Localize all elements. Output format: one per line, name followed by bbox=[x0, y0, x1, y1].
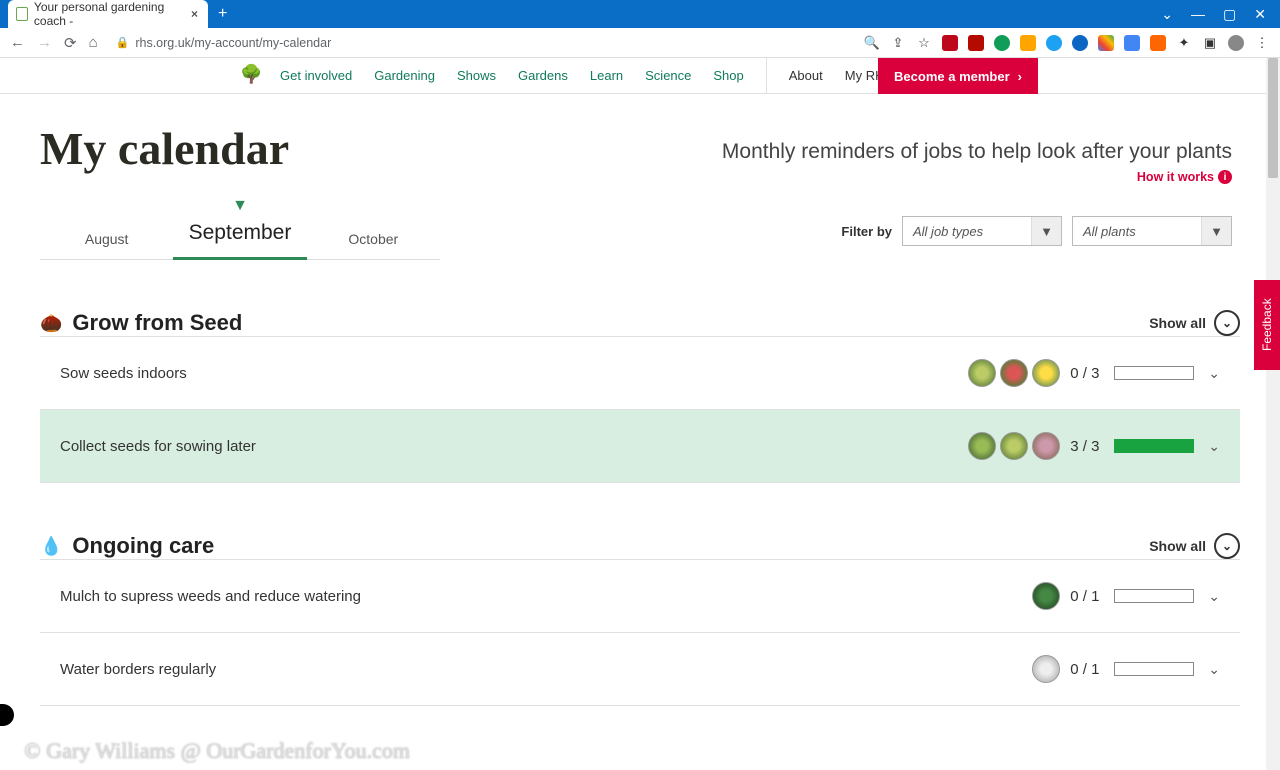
filter-job-types-select[interactable]: All job types ▼ bbox=[902, 216, 1062, 246]
section-title-grow-from-seed: 🌰 Grow from Seed bbox=[40, 310, 242, 336]
plant-thumb-icon bbox=[1000, 359, 1028, 387]
zoom-icon[interactable]: 🔍 bbox=[864, 35, 880, 51]
url-text: rhs.org.uk/my-account/my-calendar bbox=[135, 36, 331, 50]
window-minimize-icon[interactable]: — bbox=[1191, 6, 1205, 23]
expand-chevron-icon[interactable]: ⌄ bbox=[1208, 661, 1220, 678]
acorn-icon: 🌰 bbox=[40, 313, 62, 334]
extensions-puzzle-icon[interactable]: ✦ bbox=[1176, 35, 1192, 51]
month-tab-current[interactable]: September bbox=[173, 211, 306, 260]
task-title: Mulch to supress weeds and reduce wateri… bbox=[60, 588, 1032, 605]
watering-can-icon: 💧 bbox=[40, 536, 62, 557]
feedback-tab[interactable]: Feedback bbox=[1254, 280, 1280, 370]
window-maximize-icon[interactable]: ▢ bbox=[1223, 6, 1236, 23]
nav-shop[interactable]: Shop bbox=[713, 68, 743, 83]
lock-icon: 🔒 bbox=[116, 36, 130, 49]
nav-science[interactable]: Science bbox=[645, 68, 691, 83]
rhs-logo-icon[interactable]: 🌳 bbox=[240, 64, 262, 85]
ext-icon-7[interactable] bbox=[1098, 35, 1114, 51]
chevron-down-icon: ▼ bbox=[1201, 217, 1231, 245]
plant-thumb-icon bbox=[1032, 432, 1060, 460]
plant-thumb-icon bbox=[1032, 655, 1060, 683]
task-progress-bar bbox=[1114, 589, 1194, 603]
tab-close-icon[interactable]: × bbox=[191, 7, 198, 21]
nav-divider bbox=[766, 58, 767, 94]
task-progress-bar bbox=[1114, 662, 1194, 676]
nav-gardening[interactable]: Gardening bbox=[374, 68, 435, 83]
ext-icon-8[interactable] bbox=[1124, 35, 1140, 51]
plant-thumbnails bbox=[968, 359, 1060, 387]
nav-shows[interactable]: Shows bbox=[457, 68, 496, 83]
bookmark-star-icon[interactable]: ☆ bbox=[916, 35, 932, 51]
ext-icon-5[interactable] bbox=[1046, 35, 1062, 51]
ext-icon-4[interactable] bbox=[1020, 35, 1036, 51]
plant-thumb-icon bbox=[968, 359, 996, 387]
new-tab-button[interactable]: + bbox=[218, 5, 227, 23]
scrollbar-thumb[interactable] bbox=[1268, 58, 1278, 178]
plant-thumbnails bbox=[1032, 582, 1060, 610]
ext-icon-6[interactable] bbox=[1072, 35, 1088, 51]
task-title: Collect seeds for sowing later bbox=[60, 438, 968, 455]
tab-title: Your personal gardening coach - bbox=[34, 0, 177, 28]
side-panel-icon[interactable]: ▣ bbox=[1202, 35, 1218, 51]
scrollbar-track[interactable] bbox=[1266, 58, 1280, 770]
become-member-button[interactable]: Become a member › bbox=[878, 58, 1038, 94]
chrome-menu-icon[interactable]: ⋮ bbox=[1254, 35, 1270, 51]
task-row[interactable]: Collect seeds for sowing later 3 / 3 ⌄ bbox=[40, 409, 1240, 483]
filter-label: Filter by bbox=[841, 224, 892, 239]
filter-plants-select[interactable]: All plants ▼ bbox=[1072, 216, 1232, 246]
task-count: 0 / 1 bbox=[1070, 588, 1114, 605]
show-all-button[interactable]: Show all ⌄ bbox=[1149, 310, 1240, 336]
info-icon: i bbox=[1218, 170, 1232, 184]
chevron-down-circle-icon: ⌄ bbox=[1214, 533, 1240, 559]
show-all-button[interactable]: Show all ⌄ bbox=[1149, 533, 1240, 559]
plant-thumb-icon bbox=[1000, 432, 1028, 460]
chevron-down-icon: ▼ bbox=[1031, 217, 1061, 245]
task-title: Water borders regularly bbox=[60, 661, 1032, 678]
chevron-down-circle-icon: ⌄ bbox=[1214, 310, 1240, 336]
task-row[interactable]: Water borders regularly 0 / 1 ⌄ bbox=[40, 632, 1240, 706]
plant-thumb-icon bbox=[1032, 359, 1060, 387]
ext-icon-9[interactable] bbox=[1150, 35, 1166, 51]
window-close-icon[interactable]: ✕ bbox=[1254, 6, 1266, 23]
task-title: Sow seeds indoors bbox=[60, 365, 968, 382]
chevron-right-icon: › bbox=[1018, 69, 1022, 84]
share-icon[interactable]: ⇪ bbox=[890, 35, 906, 51]
month-tab-next[interactable]: October bbox=[307, 221, 440, 259]
expand-chevron-icon[interactable]: ⌄ bbox=[1208, 438, 1220, 455]
pdf-ext-icon[interactable] bbox=[968, 35, 984, 51]
nav-about[interactable]: About bbox=[789, 68, 823, 83]
forward-button[interactable]: → bbox=[37, 34, 52, 51]
grammarly-ext-icon[interactable] bbox=[994, 35, 1010, 51]
task-count: 3 / 3 bbox=[1070, 438, 1114, 455]
task-count: 0 / 1 bbox=[1070, 661, 1114, 678]
section-title-ongoing-care: 💧 Ongoing care bbox=[40, 533, 214, 559]
tab-favicon bbox=[16, 7, 28, 21]
plant-thumbnails bbox=[1032, 655, 1060, 683]
nav-get-involved[interactable]: Get involved bbox=[280, 68, 352, 83]
chevron-down-icon[interactable]: ⌄ bbox=[1161, 6, 1173, 23]
profile-avatar-icon[interactable] bbox=[1228, 35, 1244, 51]
month-tab-prev[interactable]: August bbox=[40, 221, 173, 259]
task-progress-bar bbox=[1114, 439, 1194, 453]
plant-thumb-icon bbox=[968, 432, 996, 460]
task-row[interactable]: Mulch to supress weeds and reduce wateri… bbox=[40, 559, 1240, 632]
home-button[interactable]: ⌂ bbox=[89, 34, 98, 51]
how-it-works-link[interactable]: How it works i bbox=[1137, 170, 1232, 184]
reload-button[interactable]: ⟳ bbox=[64, 34, 77, 52]
expand-chevron-icon[interactable]: ⌄ bbox=[1208, 588, 1220, 605]
task-progress-bar bbox=[1114, 366, 1194, 380]
page-subtitle: Monthly reminders of jobs to help look a… bbox=[722, 140, 1232, 164]
browser-tab[interactable]: Your personal gardening coach - × bbox=[8, 0, 208, 28]
nav-gardens[interactable]: Gardens bbox=[518, 68, 568, 83]
expand-chevron-icon[interactable]: ⌄ bbox=[1208, 365, 1220, 382]
plant-thumbnails bbox=[968, 432, 1060, 460]
address-bar[interactable]: 🔒 rhs.org.uk/my-account/my-calendar bbox=[116, 36, 332, 50]
task-count: 0 / 3 bbox=[1070, 365, 1114, 382]
nav-learn[interactable]: Learn bbox=[590, 68, 623, 83]
task-row[interactable]: Sow seeds indoors 0 / 3 ⌄ bbox=[40, 336, 1240, 409]
pinterest-ext-icon[interactable] bbox=[942, 35, 958, 51]
month-tabs: ▼ August September October bbox=[40, 211, 440, 260]
back-button[interactable]: ← bbox=[10, 34, 25, 51]
plant-thumb-icon bbox=[1032, 582, 1060, 610]
